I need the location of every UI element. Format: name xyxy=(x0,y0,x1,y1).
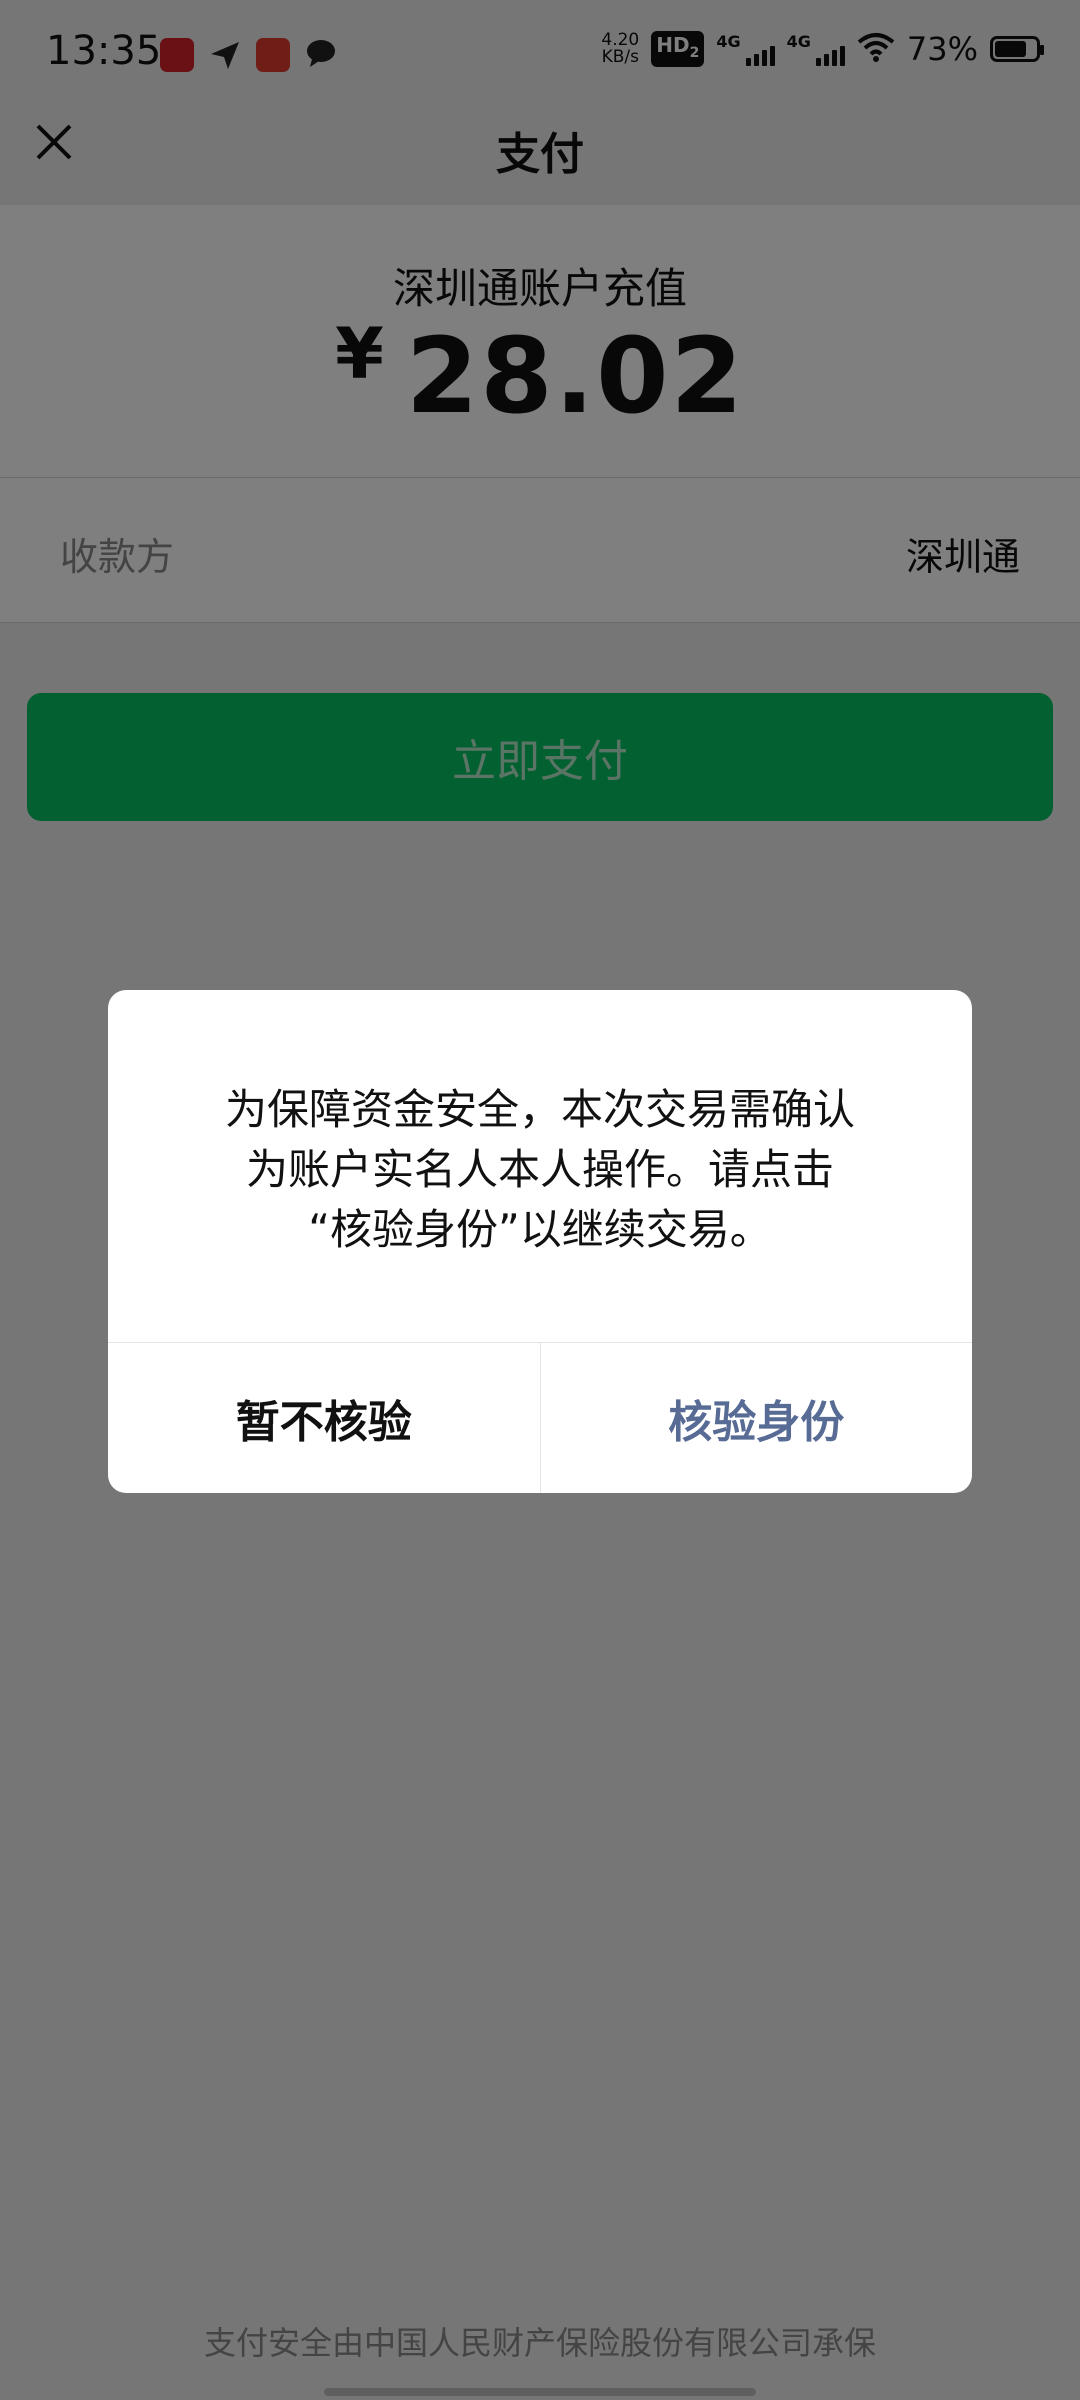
dialog-message: 为保障资金安全，本次交易需确认 为账户实名人本人操作。请点击 “核验身份”以继续… xyxy=(168,1080,912,1260)
dialog-message-line: 为保障资金安全，本次交易需确认 xyxy=(224,1085,855,1134)
skip-verification-button[interactable]: 暂不核验 xyxy=(108,1343,541,1493)
verify-identity-dialog: 为保障资金安全，本次交易需确认 为账户实名人本人操作。请点击 “核验身份”以继续… xyxy=(108,990,972,1493)
dialog-message-line: “核验身份”以继续交易。 xyxy=(308,1205,772,1254)
verify-identity-button[interactable]: 核验身份 xyxy=(541,1343,973,1493)
dialog-actions: 暂不核验 核验身份 xyxy=(108,1342,972,1493)
dialog-message-line: 为账户实名人本人操作。请点击 xyxy=(245,1145,834,1194)
